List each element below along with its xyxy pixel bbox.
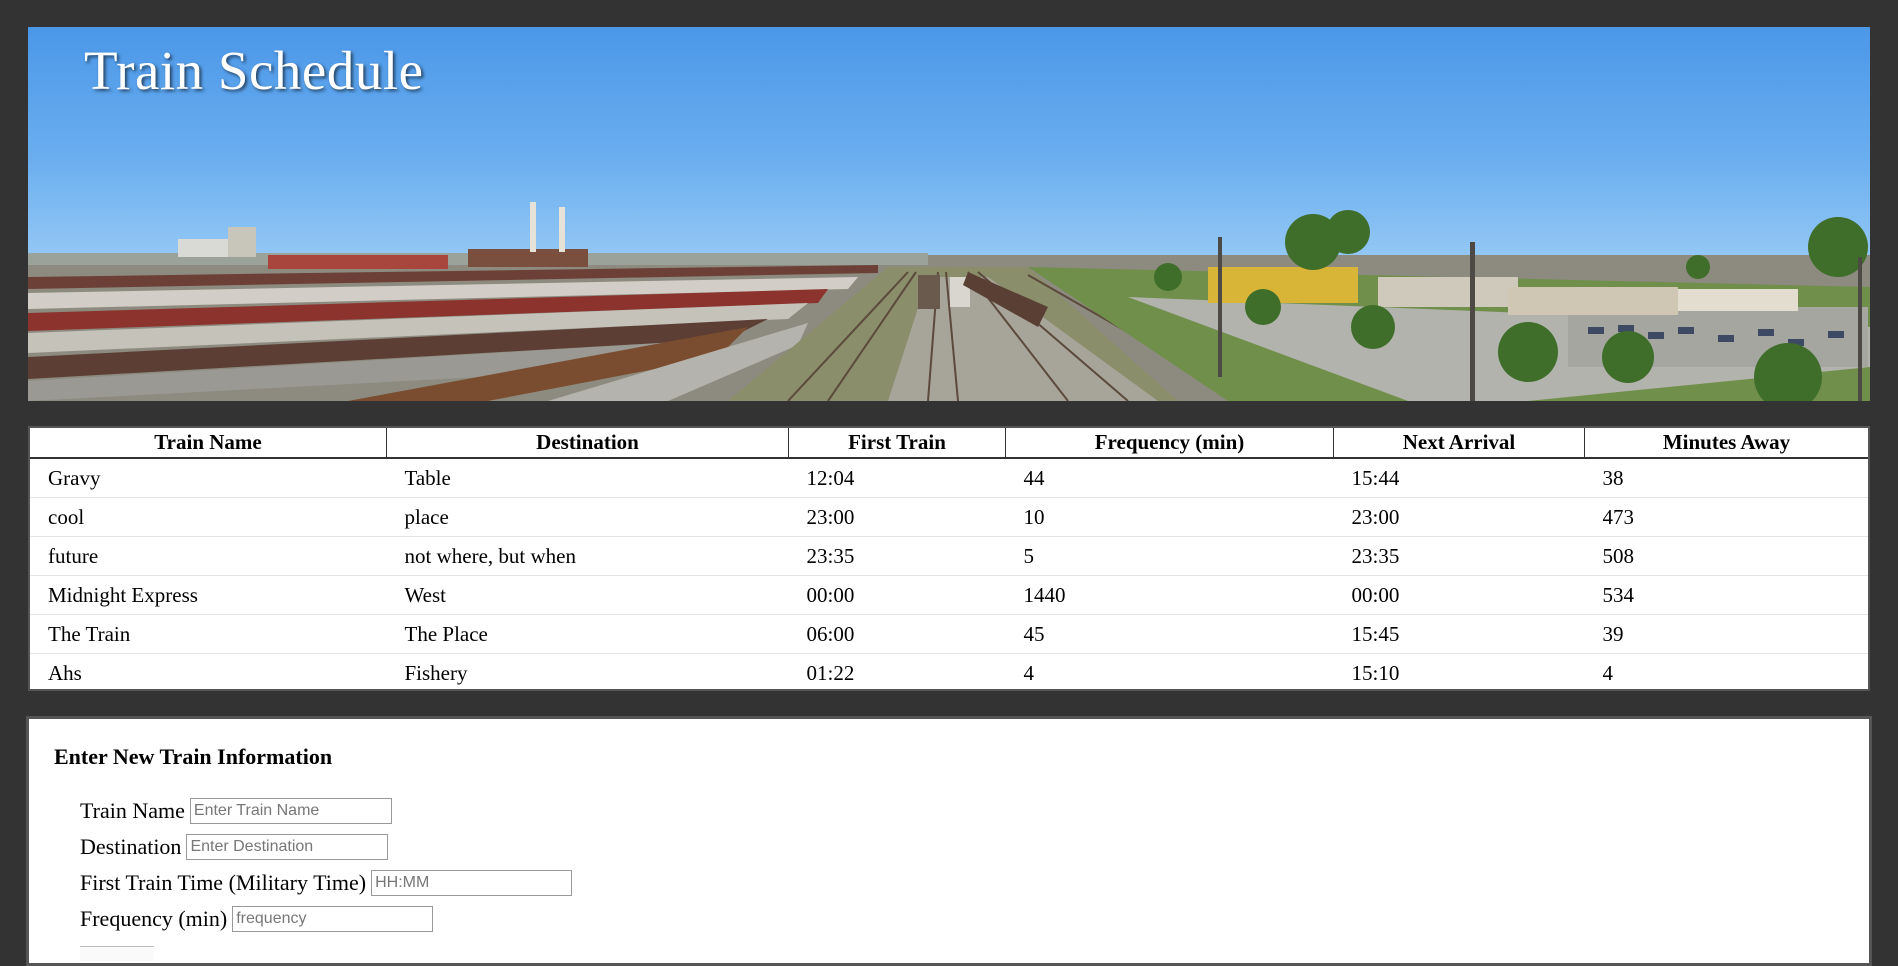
cell-destination: West: [386, 575, 789, 615]
header-banner: Train Schedule: [28, 27, 1870, 401]
cell-frequency: 10: [1005, 497, 1334, 537]
frequency-row: Frequency (min): [80, 906, 434, 932]
column-header-frequency: Frequency (min): [1005, 428, 1334, 459]
first-train-label: First Train Time (Military Time): [80, 870, 367, 895]
cell-frequency: 45: [1005, 614, 1334, 654]
cell-minutes-away: 39: [1584, 614, 1868, 654]
first-train-time-input[interactable]: [371, 870, 573, 896]
cell-frequency: 5: [1005, 536, 1334, 576]
cell-minutes-away: 4: [1602, 660, 1614, 685]
cell-train-name: future: [30, 536, 387, 576]
cell-first-train: 12:04: [788, 458, 1006, 498]
cell-train-name: Gravy: [30, 458, 387, 498]
table-row: Ahs Fishery 01:22 4 15:10 4: [30, 654, 1868, 693]
table-row: The Train The Place 06:00 45 15:45 39: [30, 614, 1868, 654]
cell-next-arrival: 15:10: [1351, 660, 1400, 685]
new-train-form-panel: Enter New Train Information Train Name D…: [26, 716, 1872, 966]
cell-next-arrival: 23:00: [1333, 497, 1585, 537]
cell-first-train: 23:35: [788, 536, 1006, 576]
form-heading: Enter New Train Information: [54, 744, 333, 769]
cell-destination: place: [386, 497, 789, 537]
cell-destination: The Place: [386, 614, 789, 654]
cell-minutes-away: 38: [1584, 458, 1868, 498]
destination-row: Destination: [80, 834, 389, 860]
table-row: future not where, but when 23:35 5 23:35…: [30, 536, 1868, 576]
cell-next-arrival: 15:45: [1333, 614, 1585, 654]
cell-first-train: 23:00: [788, 497, 1006, 537]
cell-frequency: 44: [1005, 458, 1334, 498]
train-name-label: Train Name: [80, 798, 185, 823]
cell-train-name: Midnight Express: [30, 575, 387, 615]
submit-button[interactable]: [80, 946, 154, 961]
cell-next-arrival: 15:44: [1333, 458, 1585, 498]
table-header-row: Train Name Destination First Train Frequ…: [30, 428, 1868, 459]
column-header-train-name: Train Name: [30, 428, 387, 459]
cell-first-train: 01:22: [806, 660, 855, 685]
cell-first-train: 00:00: [788, 575, 1006, 615]
cell-frequency: 1440: [1005, 575, 1334, 615]
cell-train-name: Ahs: [48, 660, 82, 685]
table-row: cool place 23:00 10 23:00 473: [30, 497, 1868, 537]
column-header-destination: Destination: [386, 428, 789, 459]
cell-frequency: 4: [1023, 660, 1035, 685]
frequency-label: Frequency (min): [80, 906, 228, 931]
first-train-row: First Train Time (Military Time): [80, 870, 573, 896]
column-header-first-train: First Train: [788, 428, 1006, 459]
train-name-input[interactable]: [189, 798, 392, 824]
table-row: Gravy Table 12:04 44 15:44 38: [30, 458, 1868, 498]
frequency-input[interactable]: [232, 906, 434, 932]
cell-next-arrival: 23:35: [1333, 536, 1585, 576]
cell-minutes-away: 508: [1584, 536, 1868, 576]
column-header-minutes-away: Minutes Away: [1584, 428, 1868, 459]
cell-next-arrival: 00:00: [1333, 575, 1585, 615]
schedule-table-panel: Train Name Destination First Train Frequ…: [28, 426, 1870, 691]
destination-input[interactable]: [186, 834, 389, 860]
column-header-next-arrival: Next Arrival: [1333, 428, 1585, 459]
train-name-row: Train Name: [80, 798, 392, 824]
table-row: Midnight Express West 00:00 1440 00:00 5…: [30, 575, 1868, 615]
page-title: Train Schedule: [84, 40, 424, 101]
cell-destination: Fishery: [404, 660, 468, 685]
cell-minutes-away: 534: [1584, 575, 1868, 615]
cell-destination: not where, but when: [386, 536, 789, 576]
destination-label: Destination: [80, 834, 182, 859]
cell-train-name: The Train: [30, 614, 387, 654]
cell-minutes-away: 473: [1584, 497, 1868, 537]
cell-first-train: 06:00: [788, 614, 1006, 654]
cell-train-name: cool: [30, 497, 387, 537]
cell-destination: Table: [386, 458, 789, 498]
schedule-table: Train Name Destination First Train Frequ…: [30, 428, 1868, 692]
